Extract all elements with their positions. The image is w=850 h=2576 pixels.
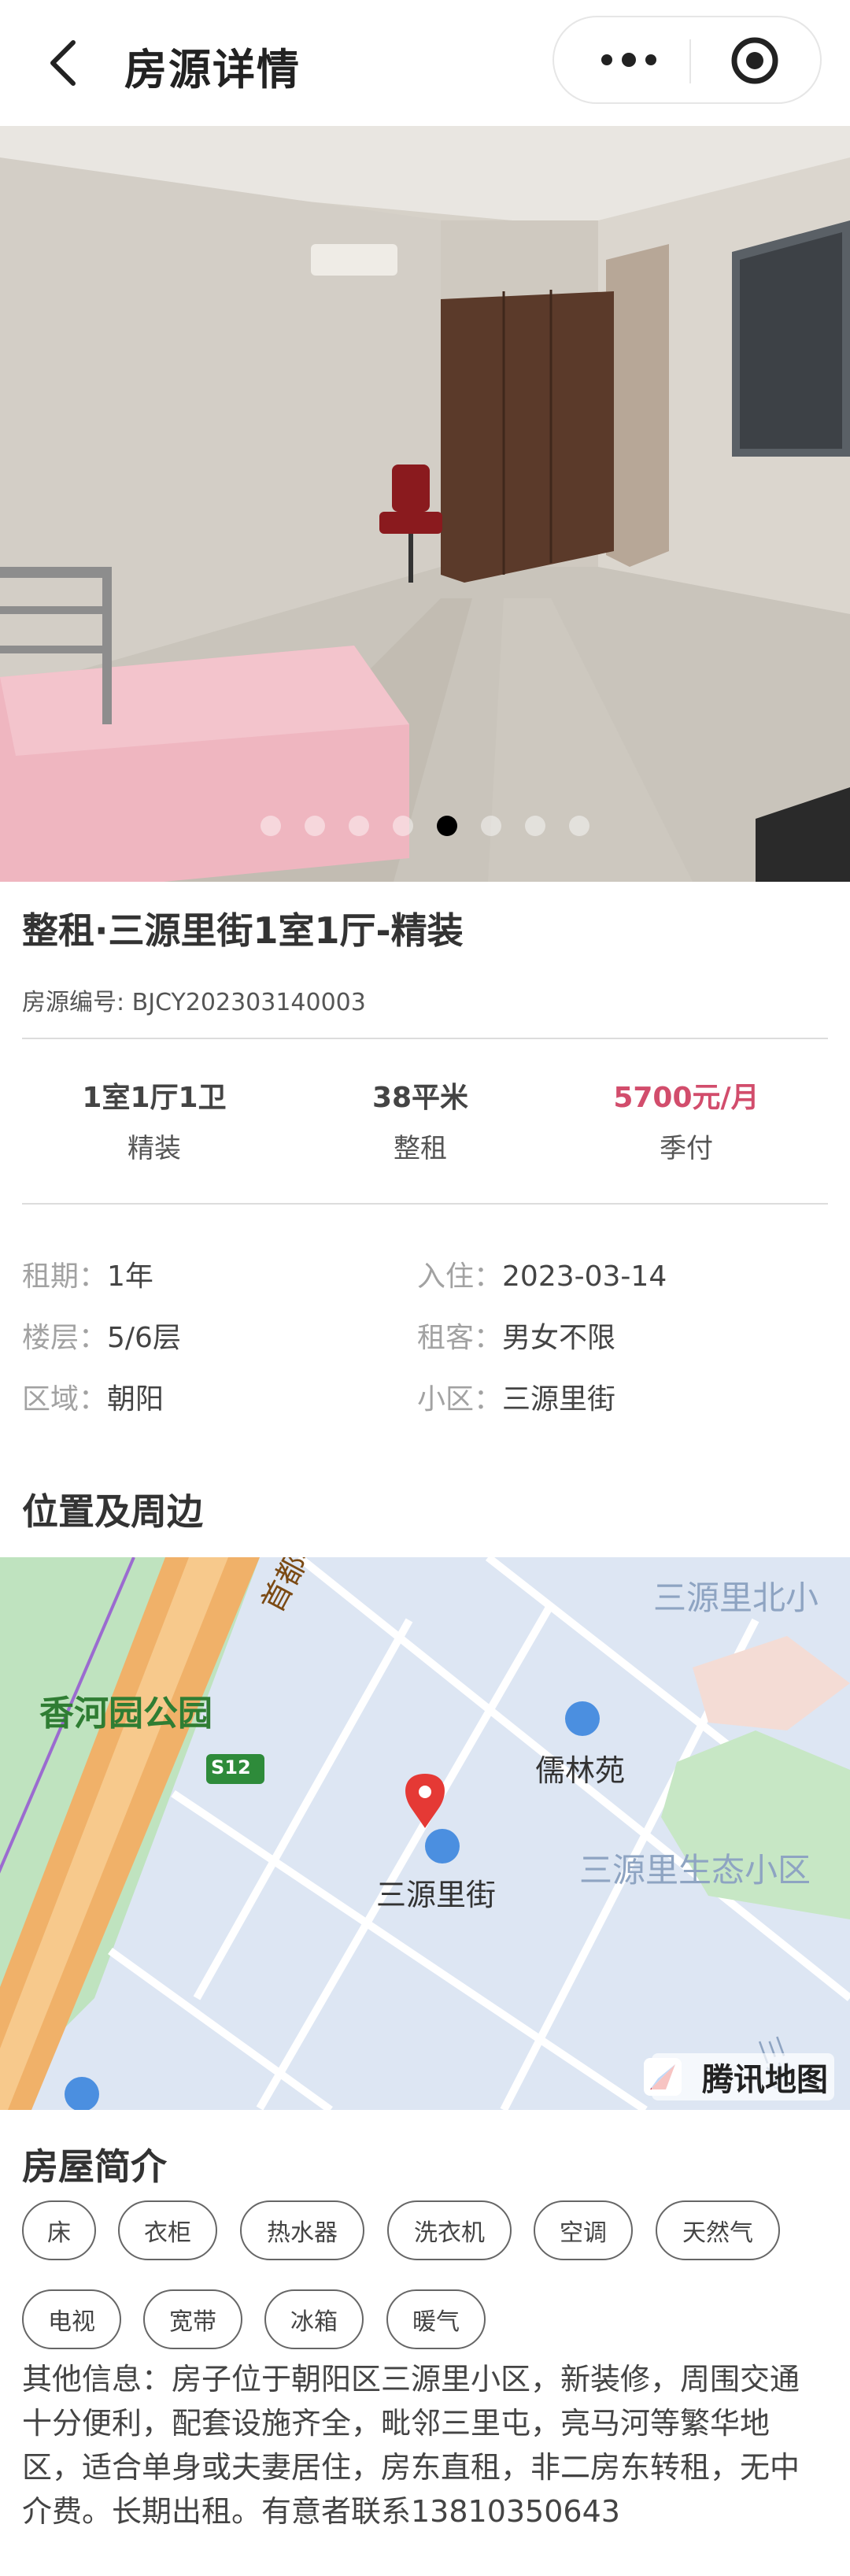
detail-floor-label: 楼层： [22, 1322, 108, 1354]
mini-program-capsule [552, 16, 822, 104]
detail-movein: 入住：2023-03-14 [417, 1253, 667, 1294]
room-photo [0, 126, 850, 882]
tag-water-heater: 热水器 [240, 2200, 364, 2260]
location-section-title: 位置及周边 [22, 1490, 203, 1533]
detail-lease-value: 1年 [107, 1260, 153, 1293]
stat-area: 38平米 整租 [279, 1075, 562, 1165]
gallery-dot[interactable] [349, 816, 369, 836]
location-map[interactable]: 香河园公园 首都机场高速 S12 儒林苑 三源里街 三源里北小 三源里生态小区 … [0, 1557, 850, 2110]
gallery-dot[interactable] [305, 816, 325, 836]
stat-price-value: 5700元/月 [613, 1082, 759, 1114]
map-canvas [0, 1557, 850, 2110]
tag-air-conditioner: 空调 [534, 2200, 633, 2260]
gallery-dot[interactable] [525, 816, 545, 836]
stat-price-sub: 季付 [660, 1133, 713, 1164]
map-label-north: 三源里北小 [653, 1579, 819, 1617]
stat-layout-sub: 精装 [128, 1133, 181, 1164]
detail-community: 小区：三源里街 [417, 1376, 615, 1417]
stat-layout-value: 1室1厅1卫 [82, 1082, 227, 1114]
nav-bar: 房源详情 [0, 0, 850, 126]
detail-lease: 租期：1年 [22, 1253, 153, 1294]
more-button[interactable] [586, 36, 672, 83]
page-title: 房源详情 [124, 45, 301, 94]
key-stats: 1室1厅1卫 精装 38平米 整租 5700元/月 季付 [0, 1075, 850, 1169]
divider [22, 1203, 828, 1205]
more-dots-icon [601, 53, 656, 67]
detail-community-label: 小区： [417, 1383, 503, 1416]
detail-floor-value: 5/6层 [107, 1322, 181, 1354]
detail-movein-label: 入住： [417, 1260, 503, 1293]
listing-description: 其他信息：房子位于朝阳区三源里小区，新装修，周围交通十分便利，配套设施齐全，毗邻… [22, 2362, 800, 2529]
tag-natural-gas: 天然气 [656, 2200, 780, 2260]
map-label-route: S12 [211, 1756, 251, 1778]
gallery-dot[interactable] [481, 816, 501, 836]
stat-area-value: 38平米 [371, 1082, 469, 1114]
back-button[interactable] [31, 31, 94, 94]
detail-lease-label: 租期： [22, 1260, 108, 1293]
tag-broadband: 宽带 [143, 2289, 242, 2349]
map-label-eco: 三源里生态小区 [579, 1851, 811, 1889]
stat-layout: 1室1厅1卫 精装 [13, 1075, 296, 1165]
capsule-divider [689, 39, 691, 83]
map-provider-logo: 腾讯地图 [652, 2053, 834, 2100]
stat-area-sub: 整租 [394, 1133, 447, 1164]
chevron-left-icon [50, 40, 76, 86]
detail-district-value: 朝阳 [107, 1383, 164, 1416]
gallery-dot[interactable] [569, 816, 589, 836]
tag-wardrobe: 衣柜 [118, 2200, 217, 2260]
divider [22, 1038, 828, 1039]
tag-heating: 暖气 [386, 2289, 486, 2349]
tag-washing-machine: 洗衣机 [387, 2200, 512, 2260]
listing-title: 整租·三源里街1室1厅-精装 [22, 909, 464, 952]
listing-code: 房源编号: BJCY202303140003 [22, 989, 366, 1016]
detail-floor: 楼层：5/6层 [22, 1315, 181, 1356]
map-logo-text: 腾讯地图 [702, 2062, 828, 2098]
map-label-park: 香河园公园 [39, 1693, 213, 1734]
close-miniprogram-button[interactable] [711, 33, 798, 88]
map-label-pin: 三源里街 [376, 1878, 497, 1912]
intro-section-title: 房屋简介 [22, 2145, 167, 2188]
map-label-poi: 儒林苑 [535, 1753, 626, 1788]
gallery-dot[interactable] [437, 816, 457, 836]
detail-tenant-label: 租客： [417, 1322, 503, 1354]
tag-tv: 电视 [22, 2289, 121, 2349]
detail-community-value: 三源里街 [502, 1383, 616, 1416]
stat-price: 5700元/月 季付 [545, 1075, 828, 1165]
target-circle-icon [731, 37, 778, 84]
detail-tenant-value: 男女不限 [502, 1322, 616, 1354]
gallery-dot[interactable] [261, 816, 281, 836]
tag-bed: 床 [22, 2200, 96, 2260]
gallery-dot[interactable] [393, 816, 413, 836]
detail-tenant: 租客：男女不限 [417, 1315, 615, 1356]
detail-district-label: 区域： [22, 1383, 108, 1416]
gallery-pagination [0, 816, 850, 839]
detail-district: 区域：朝阳 [22, 1376, 164, 1417]
photo-gallery[interactable] [0, 126, 850, 882]
detail-movein-value: 2023-03-14 [502, 1260, 667, 1293]
tag-fridge: 冰箱 [264, 2289, 364, 2349]
